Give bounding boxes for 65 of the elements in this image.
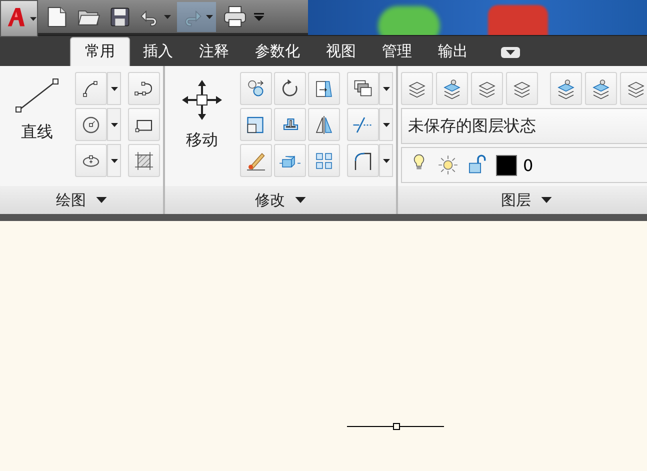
polyline-button[interactable] bbox=[128, 72, 160, 105]
rotate-button[interactable] bbox=[274, 72, 306, 105]
circle-dropdown-button[interactable] bbox=[107, 108, 121, 141]
layer-state-dropdown[interactable]: 未保存的图层状态 bbox=[401, 108, 647, 144]
hatch-button[interactable] bbox=[128, 144, 160, 177]
panel-title-button[interactable]: 修改 bbox=[165, 186, 396, 214]
minimize-ribbon-button[interactable] bbox=[501, 47, 520, 58]
ribbon-tab[interactable]: 插入 bbox=[130, 37, 186, 66]
dropdown-icon bbox=[541, 197, 552, 203]
circle-button[interactable] bbox=[75, 108, 107, 141]
caret-icon bbox=[206, 14, 213, 18]
caret-icon bbox=[506, 50, 515, 55]
ribbon-tab[interactable]: 常用 bbox=[70, 37, 130, 66]
caret-icon bbox=[110, 86, 118, 90]
layer-state-button[interactable] bbox=[436, 72, 468, 105]
layer-dropdown[interactable]: 0 bbox=[401, 147, 647, 183]
3d-box-button[interactable] bbox=[274, 144, 306, 177]
layer-previous-button[interactable] bbox=[506, 72, 538, 105]
ellipse-dropdown-button[interactable] bbox=[107, 144, 121, 177]
ribbon-tab[interactable]: 管理 bbox=[369, 37, 425, 66]
mirror-button[interactable] bbox=[308, 108, 340, 141]
ellipse-button[interactable] bbox=[75, 144, 107, 177]
draw-order-button[interactable] bbox=[347, 72, 379, 105]
stretch-button[interactable] bbox=[308, 72, 340, 105]
draw-order-dropdown-button[interactable] bbox=[379, 72, 393, 105]
fillet-dropdown-button[interactable] bbox=[379, 144, 393, 177]
rectangle-button[interactable] bbox=[128, 108, 160, 141]
caret-icon bbox=[30, 16, 37, 20]
erase-button[interactable] bbox=[240, 144, 272, 177]
ribbon-tab[interactable]: 输出 bbox=[425, 37, 481, 66]
caret-icon bbox=[382, 158, 390, 162]
caret-icon bbox=[110, 122, 118, 126]
fillet-button[interactable] bbox=[347, 144, 379, 177]
dropdown-icon bbox=[96, 197, 107, 203]
layer-unisolate-button[interactable] bbox=[585, 72, 617, 105]
layer-properties-button[interactable] bbox=[401, 72, 433, 105]
arc-button[interactable] bbox=[75, 72, 107, 105]
print-button[interactable] bbox=[222, 4, 248, 30]
arc-dropdown-button[interactable] bbox=[107, 72, 121, 105]
dropdown-icon bbox=[295, 197, 306, 203]
caret-icon bbox=[110, 158, 118, 162]
customize-toolbar-button[interactable] bbox=[254, 12, 264, 20]
ribbon-tab[interactable]: 注释 bbox=[186, 37, 242, 66]
trim-button[interactable] bbox=[347, 108, 379, 141]
layer-match-button[interactable] bbox=[471, 72, 503, 105]
trim-dropdown-button[interactable] bbox=[379, 108, 393, 141]
caret-icon bbox=[382, 122, 390, 126]
application-menu-button[interactable] bbox=[0, 0, 38, 37]
offset-button[interactable] bbox=[274, 108, 306, 141]
panel-title-button[interactable]: 图层 bbox=[398, 186, 647, 214]
printer-icon bbox=[222, 4, 248, 30]
copy-button[interactable] bbox=[240, 72, 272, 105]
panel-title-button[interactable]: 绘图 bbox=[0, 186, 163, 214]
ribbon-tab[interactable]: 参数化 bbox=[242, 37, 313, 66]
caret-icon bbox=[382, 86, 390, 90]
layer-name: 0 bbox=[523, 156, 534, 174]
layer-isolate-button[interactable] bbox=[550, 72, 582, 105]
array-button[interactable] bbox=[308, 144, 340, 177]
scale-button[interactable] bbox=[240, 108, 272, 141]
layer-freeze-button[interactable] bbox=[620, 72, 647, 105]
dropdown-icon bbox=[254, 12, 264, 20]
color-swatch bbox=[496, 154, 517, 176]
ribbon-tab[interactable]: 视图 bbox=[313, 37, 369, 66]
caret-icon bbox=[164, 14, 171, 18]
sun-icon bbox=[436, 153, 460, 177]
